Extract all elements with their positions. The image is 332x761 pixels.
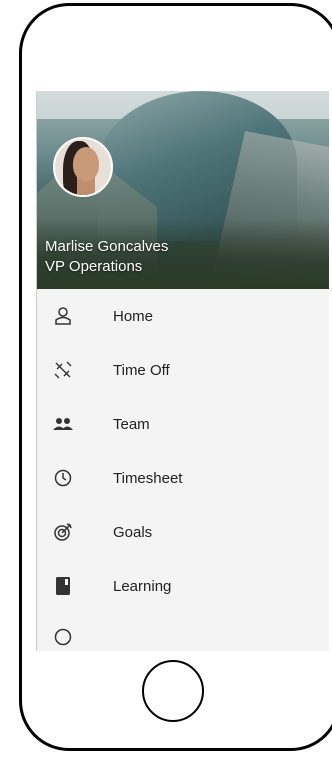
target-icon bbox=[53, 522, 73, 542]
menu-item-label: Timesheet bbox=[113, 469, 183, 487]
menu-item-label: Learning bbox=[113, 577, 172, 595]
menu-item-label: Team bbox=[113, 415, 150, 433]
menu-item-label: Home bbox=[113, 307, 154, 325]
team-icon bbox=[53, 414, 73, 434]
profile-header: Marlise Goncalves VP Operations bbox=[37, 91, 329, 289]
menu-item-home[interactable]: Home bbox=[37, 289, 329, 343]
circle-icon bbox=[53, 627, 73, 647]
book-icon bbox=[53, 576, 73, 596]
avatar[interactable] bbox=[53, 137, 113, 197]
menu-item-learning[interactable]: Learning bbox=[37, 559, 329, 613]
menu-item-partial[interactable] bbox=[37, 613, 329, 646]
menu-item-goals[interactable]: Goals bbox=[37, 505, 329, 559]
menu-item-time-off[interactable]: Time Off bbox=[37, 343, 329, 397]
clock-icon bbox=[53, 468, 73, 488]
nav-menu: Home Time Off Team Timesheet Goals Learn… bbox=[37, 289, 329, 646]
profile-title: VP Operations bbox=[45, 258, 143, 275]
home-button[interactable] bbox=[142, 660, 204, 722]
menu-item-label: Time Off bbox=[113, 361, 170, 379]
menu-item-label: Goals bbox=[113, 523, 153, 541]
app-screen: Marlise Goncalves VP Operations Home Tim… bbox=[36, 91, 329, 651]
home-icon bbox=[53, 306, 73, 326]
menu-item-timesheet[interactable]: Timesheet bbox=[37, 451, 329, 505]
airplane-icon bbox=[53, 360, 73, 380]
menu-item-team[interactable]: Team bbox=[37, 397, 329, 451]
profile-name: Marlise Goncalves bbox=[45, 238, 169, 255]
